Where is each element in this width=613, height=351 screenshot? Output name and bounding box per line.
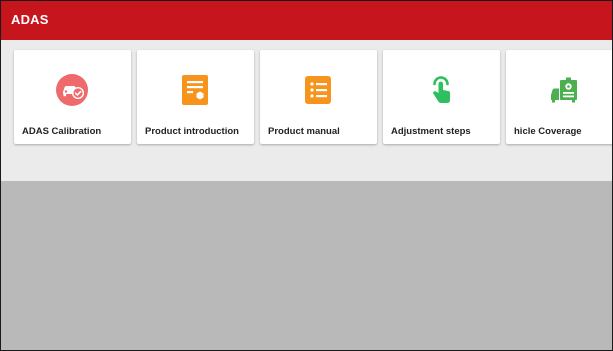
- tile-label: hicle Coverage: [514, 126, 582, 137]
- tile-label: Adjustment steps: [391, 126, 471, 137]
- page-title: ADAS: [11, 12, 49, 27]
- tile-label: Product introduction: [145, 126, 239, 137]
- tile-label: Product manual: [268, 126, 340, 137]
- tile-vehicle-coverage[interactable]: hicle Coverage: [506, 50, 612, 144]
- title-bar: ADAS: [1, 1, 612, 40]
- tile-adas-calibration[interactable]: ADAS Calibration: [14, 50, 131, 144]
- product-manual-icon: [302, 74, 334, 106]
- adjustment-steps-icon: [425, 74, 457, 106]
- tile-product-manual[interactable]: Product manual: [260, 50, 377, 144]
- tile-label: ADAS Calibration: [22, 126, 102, 137]
- adas-calibration-icon: [56, 74, 88, 106]
- function-tiles: ADAS Calibration Product introduction Pr…: [1, 40, 612, 181]
- product-introduction-icon: [179, 74, 211, 106]
- content-area: [1, 181, 612, 350]
- vehicle-coverage-icon: [548, 74, 580, 106]
- tile-product-introduction[interactable]: Product introduction: [137, 50, 254, 144]
- app-window: ADAS ADAS Calibration Product introducti…: [0, 0, 613, 351]
- tile-adjustment-steps[interactable]: Adjustment steps: [383, 50, 500, 144]
